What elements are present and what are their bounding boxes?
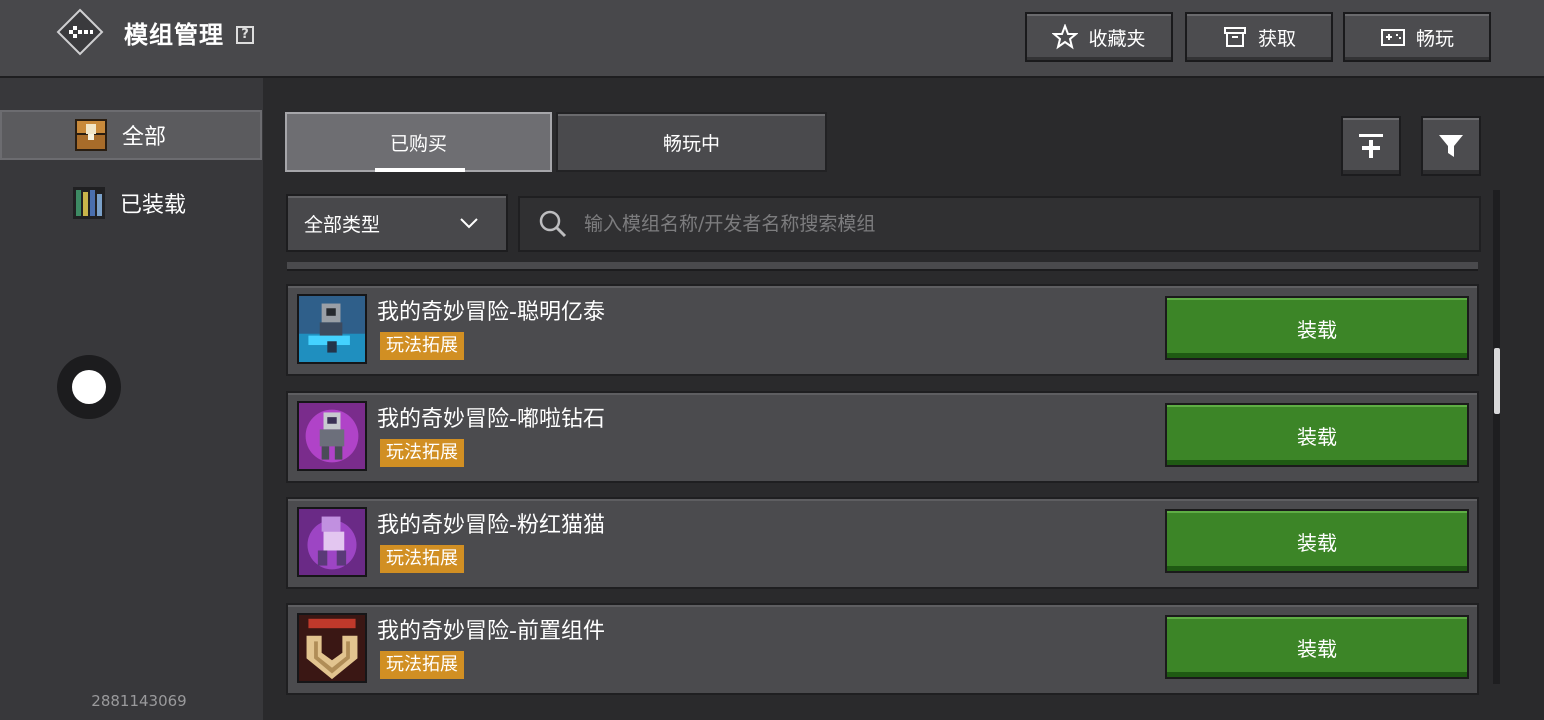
mod-name: 我的奇妙冒险-嘟啦钻石 xyxy=(377,407,605,432)
search-box[interactable] xyxy=(518,196,1481,252)
mod-name: 我的奇妙冒险-聪明亿泰 xyxy=(377,300,605,325)
list-top-edge xyxy=(287,262,1478,271)
list-item: 我的奇妙冒险-粉红猫猫 玩法拓展 装载 xyxy=(286,497,1479,589)
mod-thumbnail xyxy=(297,401,367,471)
type-select[interactable]: 全部类型 xyxy=(286,194,508,252)
list-item: 我的奇妙冒险-聪明亿泰 玩法拓展 装载 xyxy=(286,284,1479,376)
mod-thumbnail xyxy=(297,507,367,577)
search-icon xyxy=(539,210,567,238)
tab-label: 已购买 xyxy=(389,132,447,155)
page-title: 模组管理 xyxy=(124,21,224,49)
sidebar-item-all[interactable]: 全部 xyxy=(0,110,262,160)
favorites-button[interactable]: 收藏夹 xyxy=(1025,12,1173,62)
list-item: 我的奇妙冒险-嘟啦钻石 玩法拓展 装载 xyxy=(286,391,1479,483)
mod-category-badge: 玩法拓展 xyxy=(380,545,464,573)
filter-icon xyxy=(1439,135,1463,157)
chest-icon xyxy=(75,119,107,151)
scrollbar-track[interactable] xyxy=(1493,190,1500,684)
box-icon xyxy=(1223,27,1246,47)
play-button[interactable]: 畅玩 xyxy=(1343,12,1491,62)
mod-thumbnail xyxy=(297,294,367,364)
mod-image xyxy=(299,403,365,469)
favorites-label: 收藏夹 xyxy=(1088,27,1146,50)
mod-image xyxy=(299,615,365,681)
top-bar: 模组管理 ? 收藏夹 获取 畅玩 xyxy=(0,0,1544,78)
back-button[interactable] xyxy=(56,8,104,56)
mod-name: 我的奇妙冒险-前置组件 xyxy=(377,619,605,644)
get-button[interactable]: 获取 xyxy=(1185,12,1333,62)
list-item: 我的奇妙冒险-前置组件 玩法拓展 装载 xyxy=(286,603,1479,695)
pin-top-icon xyxy=(1359,134,1383,158)
gamepad-icon xyxy=(1380,29,1405,46)
mod-thumbnail xyxy=(297,613,367,683)
bookshelf-icon xyxy=(73,187,105,219)
sidebar: 全部 已装载 2881143069 xyxy=(0,78,263,720)
help-icon[interactable]: ? xyxy=(236,26,254,44)
mod-category-badge: 玩法拓展 xyxy=(380,332,464,360)
load-button-label: 装载 xyxy=(1297,317,1337,342)
type-select-value: 全部类型 xyxy=(304,213,381,236)
get-label: 获取 xyxy=(1257,27,1296,50)
load-button[interactable]: 装载 xyxy=(1165,615,1469,679)
load-button[interactable]: 装载 xyxy=(1165,509,1469,573)
sidebar-item-label: 全部 xyxy=(122,125,167,150)
load-button[interactable]: 装载 xyxy=(1165,296,1469,360)
sidebar-item-loaded[interactable]: 已装载 xyxy=(0,178,262,228)
mod-category-badge: 玩法拓展 xyxy=(380,651,464,679)
floating-assist-button[interactable] xyxy=(57,355,121,419)
star-icon xyxy=(1052,24,1079,50)
load-button-label: 装载 xyxy=(1297,530,1337,555)
search-input[interactable] xyxy=(582,212,1446,236)
load-button[interactable]: 装载 xyxy=(1165,403,1469,467)
load-button-label: 装载 xyxy=(1297,424,1337,449)
sidebar-item-label: 已装载 xyxy=(120,193,187,218)
scrollbar-thumb[interactable] xyxy=(1494,348,1500,414)
tab-playing[interactable]: 畅玩中 xyxy=(556,112,827,172)
play-label: 畅玩 xyxy=(1415,27,1454,50)
mod-image xyxy=(299,509,365,575)
mod-image xyxy=(299,296,365,362)
load-button-label: 装载 xyxy=(1297,636,1337,661)
mod-name: 我的奇妙冒险-粉红猫猫 xyxy=(377,513,605,538)
mod-category-badge: 玩法拓展 xyxy=(380,439,464,467)
filter-button[interactable] xyxy=(1421,116,1481,176)
chevron-down-icon xyxy=(460,218,478,229)
tab-purchased[interactable]: 已购买 xyxy=(285,112,552,172)
user-id: 2881143069 xyxy=(91,692,187,710)
back-arrow-icon xyxy=(56,8,104,56)
pin-to-top-button[interactable] xyxy=(1341,116,1401,176)
tab-label: 畅玩中 xyxy=(662,132,720,155)
